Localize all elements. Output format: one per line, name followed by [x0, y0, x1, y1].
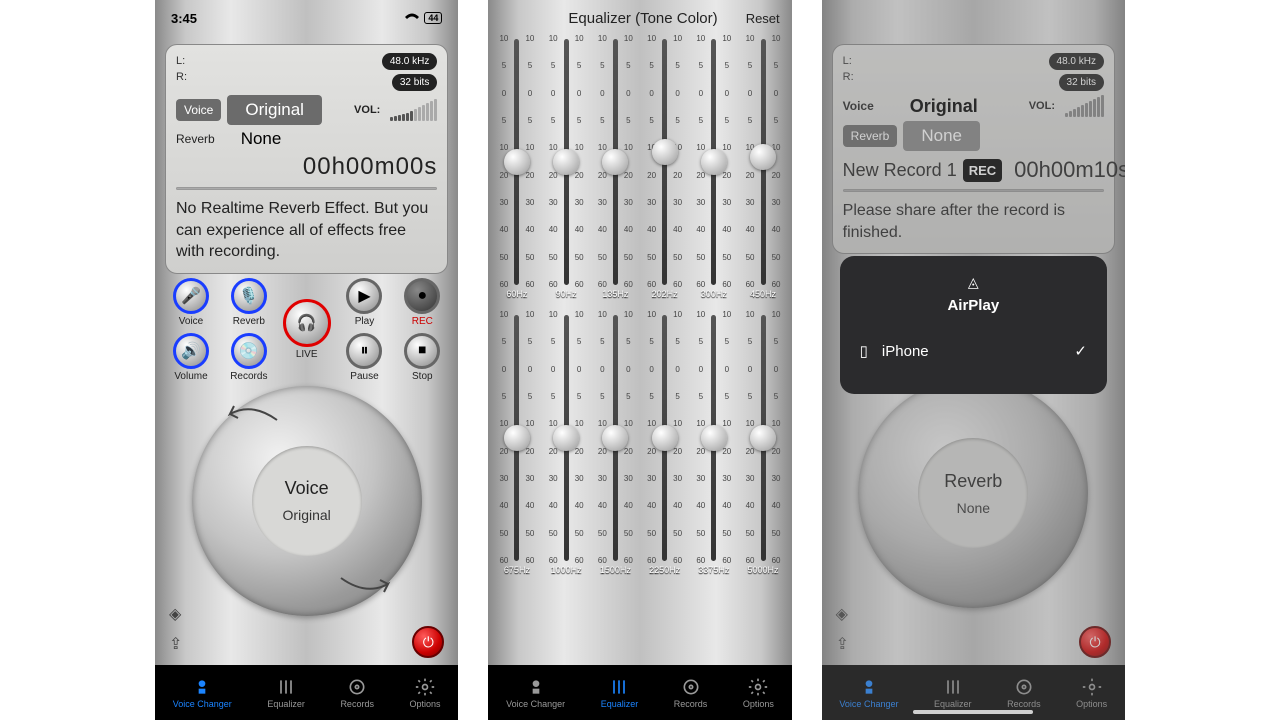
tab-voice-changer[interactable]: Voice Changer [173, 677, 232, 709]
record-name: New Record 1 [843, 160, 957, 181]
progress-bar[interactable] [176, 187, 437, 190]
tab-equalizer[interactable]: Equalizer [601, 677, 639, 709]
jog-wheel[interactable]: Voice Original [192, 386, 422, 616]
slider-knob[interactable] [701, 149, 727, 175]
eq-slider-2250Hz[interactable]: 10105500551010202030304040505060602250Hz [640, 315, 689, 575]
eq-slider-1000Hz[interactable]: 10105500551010202030304040505060601000Hz [542, 315, 591, 575]
arrow-ccw-icon [222, 400, 282, 424]
voice-chip[interactable]: Voice [176, 99, 221, 121]
info-message: No Realtime Reverb Effect. But you can e… [176, 198, 437, 263]
airplay-glyph-icon: ◬ [968, 274, 979, 291]
slider-knob[interactable] [652, 139, 678, 165]
tab-records[interactable]: Records [340, 677, 374, 709]
info-panel: L:R: 48.0 kHz 32 bits Voice Original VOL… [165, 44, 448, 274]
volume-button[interactable]: 🔊Volume [165, 333, 217, 382]
airplay-title: AirPlay [947, 297, 999, 314]
tab-records[interactable]: Records [674, 677, 708, 709]
tab-equalizer[interactable]: Equalizer [934, 677, 972, 709]
eq-slider-202Hz[interactable]: 1010550055101020203030404050506060202Hz [640, 39, 689, 299]
tab-records[interactable]: Records [1007, 677, 1041, 709]
share-icon[interactable]: ⇪ [169, 634, 193, 658]
eq-row-2: 1010550055101020203030404050506060675Hz1… [488, 309, 791, 577]
airplay-icon[interactable]: ◈ [169, 604, 193, 628]
slider-knob[interactable] [553, 425, 579, 451]
pause-button[interactable]: ⏸Pause [338, 333, 390, 382]
home-indicator[interactable] [580, 710, 700, 714]
screen-airplay: L:R: 48.0 kHz 32 bits Voice Original VOL… [822, 0, 1125, 720]
share-icon[interactable]: ⇪ [836, 634, 860, 658]
airplay-sheet[interactable]: ◬ AirPlay ▯ iPhone ✓ [840, 256, 1107, 394]
info-panel: L:R: 48.0 kHz 32 bits Voice Original VOL… [832, 44, 1115, 254]
slider-knob[interactable] [750, 144, 776, 170]
slider-knob[interactable] [602, 149, 628, 175]
bit-depth-pill: 32 bits [392, 74, 437, 91]
screen-equalizer: Equalizer (Tone Color) Reset 10105500551… [488, 0, 791, 720]
live-button[interactable]: 🎧LIVE [281, 299, 333, 360]
reverb-value: None [241, 129, 282, 149]
tab-voice-changer[interactable]: Voice Changer [839, 677, 898, 709]
eq-slider-450Hz[interactable]: 1010550055101020203030404050506060450Hz [738, 39, 787, 299]
slider-knob[interactable] [652, 425, 678, 451]
tab-options[interactable]: Options [743, 677, 774, 709]
screen-voice-changer: 3:45 44 L:R: 48.0 kHz 32 bits Voice Orig… [155, 0, 458, 720]
tab-options[interactable]: Options [410, 677, 441, 709]
voice-button[interactable]: 🎤Voice [165, 278, 217, 327]
records-button[interactable]: 💿Records [223, 333, 275, 382]
power-button[interactable]: ⏻ [1079, 626, 1111, 658]
voice-value[interactable]: Original [227, 95, 322, 125]
slider-knob[interactable] [504, 149, 530, 175]
slider-knob[interactable] [553, 149, 579, 175]
arrow-cw-icon [336, 574, 396, 598]
status-bar: 3:45 44 [155, 0, 458, 36]
home-indicator[interactable] [913, 710, 1033, 714]
vol-meter [390, 99, 437, 121]
timer: 00h00m00s [176, 153, 437, 181]
stop-button[interactable]: ⏹Stop [396, 333, 448, 382]
sample-rate-pill: 48.0 kHz [382, 53, 437, 70]
checkmark-icon: ✓ [1074, 342, 1087, 360]
eq-slider-300Hz[interactable]: 1010550055101020203030404050506060300Hz [689, 39, 738, 299]
eq-slider-3375Hz[interactable]: 10105500551010202030304040505060603375Hz [689, 315, 738, 575]
rec-button[interactable]: ●REC [396, 278, 448, 327]
rec-badge: REC [963, 159, 1002, 182]
play-button[interactable]: ▶Play [338, 278, 390, 327]
airplay-icon[interactable]: ◈ [836, 604, 860, 628]
tab-equalizer[interactable]: Equalizer [267, 677, 305, 709]
airplay-device-iphone[interactable]: ▯ iPhone ✓ [856, 332, 1091, 370]
jog-wheel[interactable]: Reverb None [858, 378, 1088, 608]
slider-knob[interactable] [701, 425, 727, 451]
eq-row-1: 101055005510102020303040405050606060Hz10… [488, 33, 791, 301]
home-indicator[interactable] [247, 710, 367, 714]
reset-button[interactable]: Reset [746, 11, 780, 26]
tab-options[interactable]: Options [1076, 677, 1107, 709]
iphone-icon: ▯ [860, 342, 868, 360]
eq-slider-135Hz[interactable]: 1010550055101020203030404050506060135Hz [591, 39, 640, 299]
eq-slider-675Hz[interactable]: 1010550055101020203030404050506060675Hz [492, 315, 541, 575]
status-time: 3:45 [171, 11, 197, 26]
eq-slider-90Hz[interactable]: 101055005510102020303040405050606090Hz [542, 39, 591, 299]
slider-knob[interactable] [602, 425, 628, 451]
status-icons: 44 [404, 12, 442, 24]
eq-slider-60Hz[interactable]: 101055005510102020303040405050606060Hz [492, 39, 541, 299]
tab-voice-changer[interactable]: Voice Changer [506, 677, 565, 709]
controls: 🎤Voice 🔊Volume 🎙️Reverb 💿Records 🎧LIVE ▶… [155, 274, 458, 382]
timer: 00h00m10s [1014, 157, 1125, 183]
slider-knob[interactable] [504, 425, 530, 451]
eq-slider-1500Hz[interactable]: 10105500551010202030304040505060601500Hz [591, 315, 640, 575]
eq-slider-5000Hz[interactable]: 10105500551010202030304040505060605000Hz [738, 315, 787, 575]
slider-knob[interactable] [750, 425, 776, 451]
reverb-button[interactable]: 🎙️Reverb [223, 278, 275, 327]
eq-title: Equalizer (Tone Color) [540, 10, 745, 27]
